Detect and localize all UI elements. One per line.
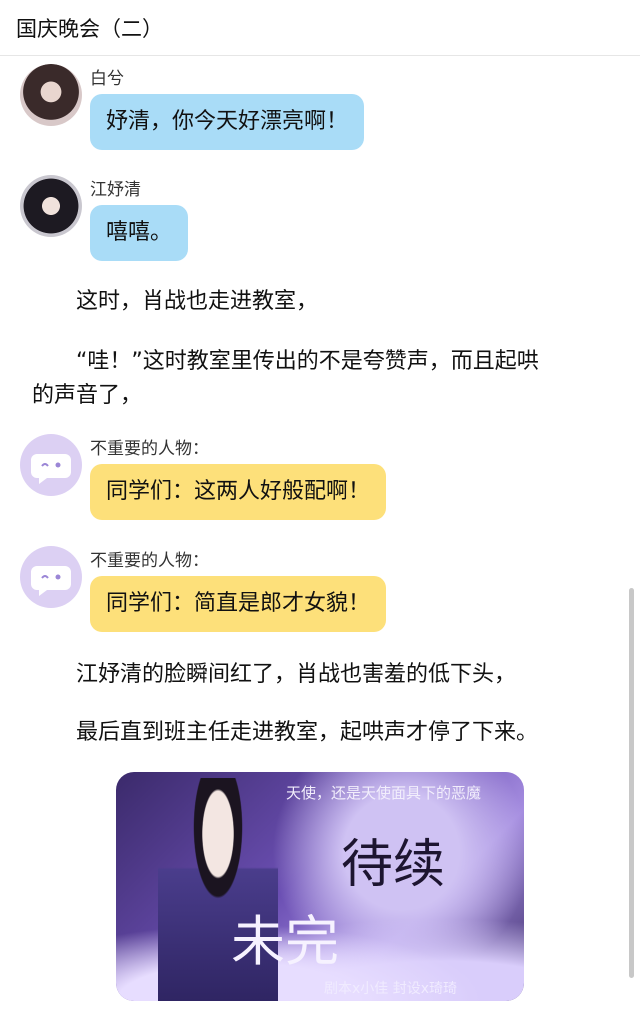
scrollbar[interactable] [629, 588, 634, 978]
poster-credit: 剧本x小佳 封设x琦琦 [324, 981, 458, 997]
sender-name: 不重要的人物： [90, 439, 209, 459]
message-bubble: 妤清，你今天好漂亮啊！ [90, 94, 365, 150]
narration-line: 的声音了， [32, 383, 143, 408]
avatar[interactable] [20, 546, 82, 608]
avatar[interactable] [20, 175, 82, 237]
avatar[interactable] [20, 434, 82, 496]
narration-line: 这时，肖战也走进教室， [76, 289, 319, 314]
message-bubble: 嘻嘻。 [90, 205, 189, 261]
message-bubble: 同学们：简直是郎才女貌！ [90, 576, 387, 632]
narration-line: “哇！”这时教室里传出的不是夸赞声，而且起哄 [76, 349, 539, 374]
sender-name: 江妤清 [90, 180, 141, 200]
sender-name: 白兮 [90, 69, 124, 89]
avatar[interactable] [20, 64, 82, 126]
message-bubble: 同学们：这两人好般配啊！ [90, 464, 387, 520]
poster-title-1: 待续 [341, 835, 446, 895]
narration-line: 江妤清的脸瞬间红了，肖战也害羞的低下头， [76, 662, 517, 687]
sender-name: 不重要的人物： [90, 551, 209, 571]
chat-bubble-emoji-icon [31, 566, 71, 596]
top-bar: 国庆晚会（二） [0, 0, 640, 56]
story-poster-image[interactable]: 天使，还是天使面具下的恶魔 待续 未完 剧本x小佳 封设x琦琦 [116, 772, 524, 1001]
chat-bubble-emoji-icon [31, 454, 71, 484]
narration-line: 最后直到班主任走进教室，起哄声才停了下来。 [76, 720, 539, 745]
page-title: 国庆晚会（二） [16, 17, 163, 41]
poster-tagline: 天使，还是天使面具下的恶魔 [286, 784, 482, 802]
poster-title-2: 未完 [231, 910, 339, 973]
